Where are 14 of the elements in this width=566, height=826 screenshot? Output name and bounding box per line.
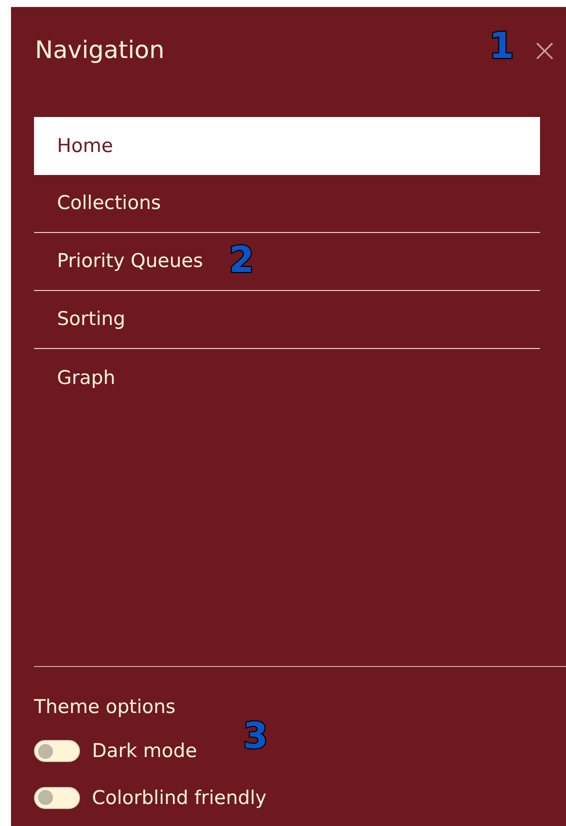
toggle-label: Colorblind friendly (92, 786, 266, 810)
callout-number: 1 (489, 29, 514, 65)
nav-item[interactable]: Sorting (34, 291, 540, 349)
nav-item[interactable]: Graph (34, 349, 540, 407)
callout-number: 2 (229, 243, 254, 279)
nav-item[interactable]: Home (34, 117, 540, 175)
callout-number: 3 (243, 719, 268, 755)
toggle-label: Dark mode (92, 739, 198, 764)
toggle-switch[interactable] (34, 786, 80, 809)
section-heading: Theme options (34, 694, 177, 720)
toggle-switch[interactable] (34, 740, 80, 762)
panel-title: Navigation (35, 35, 164, 66)
close-button[interactable]: × (527, 34, 562, 66)
nav-item[interactable]: Collections (34, 175, 540, 233)
